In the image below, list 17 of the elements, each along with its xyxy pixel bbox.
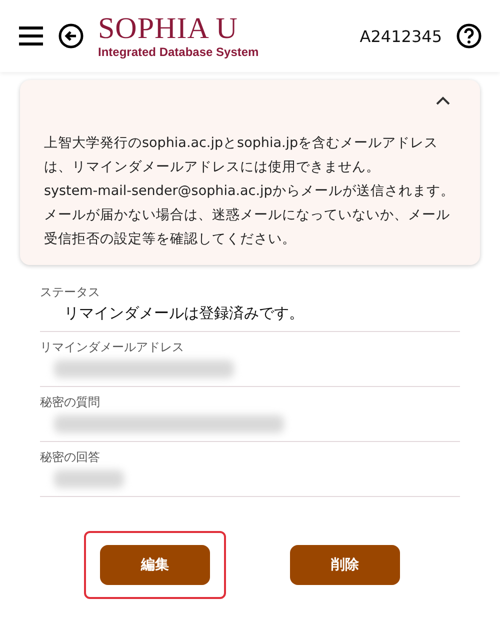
logo-subtitle: Integrated Database System bbox=[98, 46, 259, 58]
back-arrow-icon[interactable] bbox=[58, 23, 84, 49]
field-label: 秘密の回答 bbox=[40, 449, 101, 466]
menu-icon[interactable] bbox=[18, 26, 44, 46]
action-button[interactable]: 編集 bbox=[100, 545, 210, 585]
field-label: 秘密の質問 bbox=[40, 394, 101, 411]
action-button[interactable]: 削除 bbox=[290, 545, 400, 585]
field-label: ステータス bbox=[40, 284, 101, 301]
field-label: リマインダメールアドレス bbox=[40, 339, 185, 356]
redacted-value bbox=[54, 470, 124, 488]
notice-text: メールが届かない場合は、迷惑メールになっていないか、メール受信拒否の設定等を確認してください。 bbox=[44, 206, 451, 249]
field-value: リマインダメールは登録済みです。 bbox=[63, 303, 305, 324]
notice-text: system-mail-sender@sophia.ac.jpからメールが送信されます。 bbox=[44, 182, 456, 201]
logo-title: SOPHIA U bbox=[98, 14, 239, 44]
user-id: A2412345 bbox=[360, 26, 442, 46]
help-icon[interactable] bbox=[456, 23, 482, 49]
notice-text: 上智大学発行のsophia.ac.jpとsophia.jpを含むメールアドレスは、リマインダメールアドレスには使用できません。 bbox=[44, 134, 440, 177]
